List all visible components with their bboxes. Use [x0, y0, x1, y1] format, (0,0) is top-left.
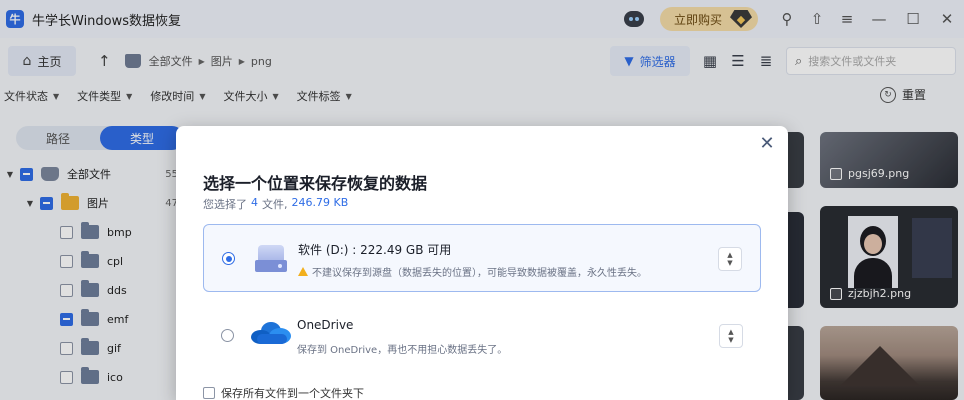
option-description-text: 保存到 OneDrive，再也不用担心数据丢失了。 [297, 345, 508, 356]
dialog-subtitle: 您选择了 4 文件, 246.79 KB [203, 196, 348, 212]
option-name: OneDrive [297, 318, 354, 332]
onedrive-cloud-icon [251, 320, 291, 348]
selected-count: 4 [251, 196, 258, 209]
hard-drive-icon [254, 242, 288, 276]
save-location-dialog: ✕ 选择一个位置来保存恢复的数据 您选择了 4 文件, 246.79 KB 软件… [176, 126, 788, 400]
expand-stepper[interactable]: ▲ ▼ [718, 247, 742, 271]
subtitle-mid: 文件, [262, 198, 288, 211]
option-drive-d[interactable]: 软件 (D:) : 222.49 GB 可用 不建议保存到源盘（数据丢失的位置）… [203, 224, 761, 292]
option-onedrive[interactable]: OneDrive 保存到 OneDrive，再也不用担心数据丢失了。 ▲ ▼ [203, 302, 761, 370]
option-description: 保存到 OneDrive，再也不用担心数据丢失了。 [297, 341, 507, 356]
save-all-label: 保存所有文件到一个文件夹下 [221, 387, 364, 400]
save-all-to-one-folder[interactable]: 保存所有文件到一个文件夹下 [203, 385, 364, 400]
option-radio[interactable] [222, 252, 235, 265]
option-description-text: 不建议保存到源盘（数据丢失的位置），可能导致数据被覆盖，永久性丢失。 [312, 268, 647, 279]
subtitle-prefix: 您选择了 [203, 198, 247, 211]
option-radio[interactable] [221, 329, 234, 342]
close-icon[interactable]: ✕ [756, 132, 778, 154]
warning-icon [298, 267, 308, 276]
option-name: 软件 (D:) : 222.49 GB 可用 [298, 243, 452, 257]
option-description: 不建议保存到源盘（数据丢失的位置），可能导致数据被覆盖，永久性丢失。 [298, 264, 647, 279]
save-all-checkbox[interactable] [203, 387, 215, 399]
expand-stepper[interactable]: ▲ ▼ [719, 324, 743, 348]
dialog-title: 选择一个位置来保存恢复的数据 [203, 174, 428, 193]
selected-size: 246.79 KB [291, 196, 349, 209]
